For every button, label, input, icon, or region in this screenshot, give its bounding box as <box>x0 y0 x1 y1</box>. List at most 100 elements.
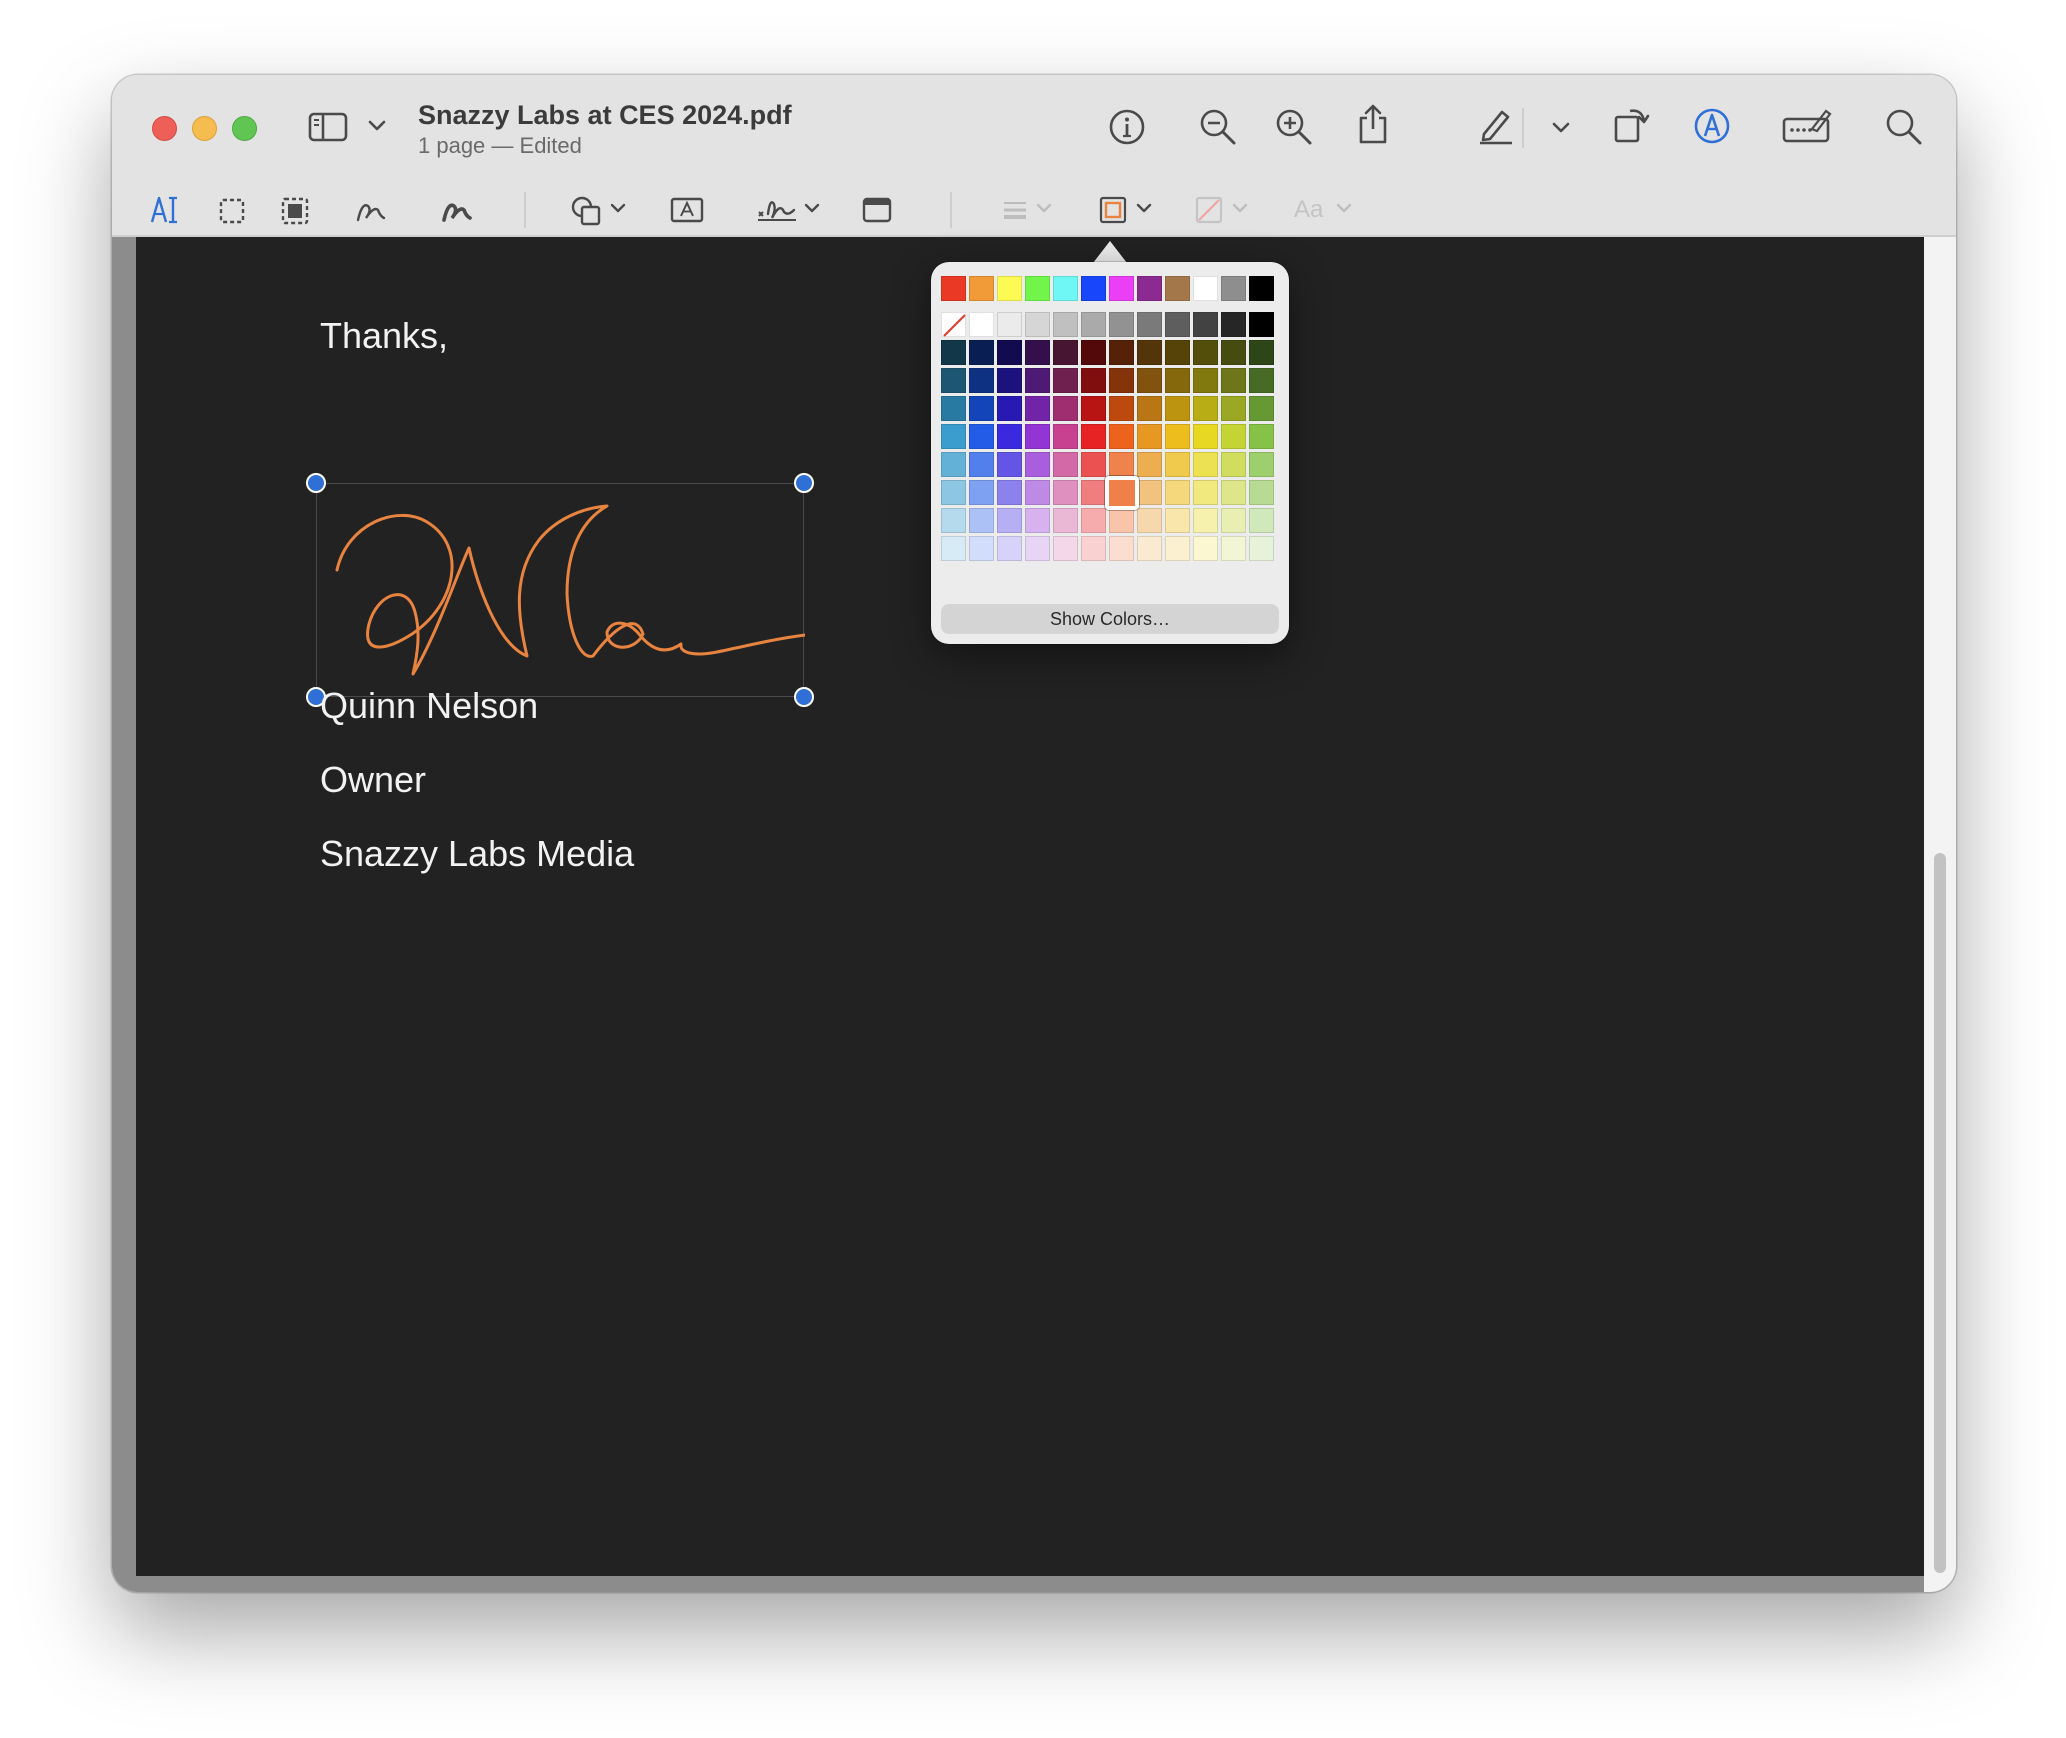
share-button[interactable] <box>1356 103 1390 145</box>
color-swatch[interactable] <box>1109 536 1134 561</box>
rotate-button[interactable] <box>1612 103 1652 145</box>
color-swatch[interactable] <box>1221 508 1246 533</box>
shapes-tool[interactable] <box>570 195 604 227</box>
color-swatch[interactable] <box>1249 536 1274 561</box>
search-button[interactable] <box>1884 107 1924 147</box>
border-color-chevron[interactable] <box>1136 203 1152 215</box>
resize-handle-bottom-right[interactable] <box>794 687 814 707</box>
draw-tool[interactable] <box>440 196 474 226</box>
color-swatch[interactable] <box>1137 424 1162 449</box>
color-swatch[interactable] <box>1221 480 1246 505</box>
color-swatch[interactable] <box>1193 276 1218 301</box>
color-swatch[interactable] <box>1081 340 1106 365</box>
color-swatch[interactable] <box>1053 276 1078 301</box>
color-swatch[interactable] <box>1221 312 1246 337</box>
color-swatch[interactable] <box>1053 480 1078 505</box>
color-swatch[interactable] <box>941 424 966 449</box>
color-swatch[interactable] <box>1221 340 1246 365</box>
color-swatch[interactable] <box>1249 312 1274 337</box>
color-swatch[interactable] <box>1053 396 1078 421</box>
color-swatch[interactable] <box>1137 368 1162 393</box>
color-swatch[interactable] <box>997 452 1022 477</box>
border-color-tool[interactable] <box>1098 195 1128 225</box>
color-swatch[interactable] <box>941 340 966 365</box>
color-swatch[interactable] <box>1109 368 1134 393</box>
color-swatch[interactable] <box>1165 276 1190 301</box>
form-filling-button[interactable] <box>1782 107 1832 145</box>
color-swatch[interactable] <box>1249 396 1274 421</box>
color-swatch[interactable] <box>1193 396 1218 421</box>
color-swatch[interactable] <box>969 536 994 561</box>
resize-handle-top-left[interactable] <box>306 473 326 493</box>
resize-handle-top-right[interactable] <box>794 473 814 493</box>
color-swatch[interactable] <box>1137 452 1162 477</box>
color-swatch[interactable] <box>969 424 994 449</box>
color-swatch[interactable] <box>1025 312 1050 337</box>
color-swatch[interactable] <box>1081 396 1106 421</box>
color-swatch[interactable] <box>1109 312 1134 337</box>
text-box-tool[interactable] <box>670 196 704 224</box>
color-swatch[interactable] <box>1193 424 1218 449</box>
color-swatch[interactable] <box>1081 424 1106 449</box>
info-button[interactable] <box>1108 108 1146 146</box>
color-swatch[interactable] <box>969 452 994 477</box>
highlight-menu-chevron[interactable] <box>1552 121 1570 135</box>
color-swatch[interactable] <box>997 340 1022 365</box>
color-swatch[interactable] <box>969 396 994 421</box>
color-swatch[interactable] <box>969 480 994 505</box>
color-swatch[interactable] <box>1165 312 1190 337</box>
color-swatch[interactable] <box>1221 368 1246 393</box>
color-swatch[interactable] <box>1249 508 1274 533</box>
color-swatch[interactable] <box>1193 480 1218 505</box>
color-swatch[interactable] <box>1165 368 1190 393</box>
color-swatch[interactable] <box>1137 480 1162 505</box>
color-swatch[interactable] <box>1221 452 1246 477</box>
color-swatch[interactable] <box>1193 536 1218 561</box>
color-swatch[interactable] <box>1193 312 1218 337</box>
color-swatch[interactable] <box>1165 340 1190 365</box>
color-swatch[interactable] <box>941 480 966 505</box>
color-swatch[interactable] <box>997 536 1022 561</box>
color-swatch[interactable] <box>1109 396 1134 421</box>
color-swatch[interactable] <box>1025 396 1050 421</box>
signature-annotation[interactable] <box>316 483 805 697</box>
color-swatch[interactable] <box>969 276 994 301</box>
zoom-in-button[interactable] <box>1274 107 1314 147</box>
color-swatch[interactable] <box>1025 340 1050 365</box>
color-swatch[interactable] <box>1025 536 1050 561</box>
color-swatch[interactable] <box>1025 424 1050 449</box>
rectangular-selection-tool[interactable] <box>218 197 246 225</box>
redact-selection-tool[interactable] <box>280 196 310 226</box>
text-selection-tool[interactable] <box>150 194 180 226</box>
color-swatch[interactable] <box>1165 396 1190 421</box>
color-swatch[interactable] <box>1165 536 1190 561</box>
color-swatch[interactable] <box>1053 424 1078 449</box>
color-swatch[interactable] <box>1081 312 1106 337</box>
sidebar-toggle-button[interactable] <box>308 111 348 143</box>
color-swatch[interactable] <box>969 340 994 365</box>
color-swatch[interactable] <box>1221 276 1246 301</box>
color-swatch[interactable] <box>1053 368 1078 393</box>
color-swatch[interactable] <box>997 508 1022 533</box>
color-swatch[interactable] <box>941 276 966 301</box>
shapes-menu-chevron[interactable] <box>610 203 626 215</box>
color-swatch[interactable] <box>1025 508 1050 533</box>
color-swatch[interactable] <box>1165 480 1190 505</box>
color-swatch[interactable] <box>1053 508 1078 533</box>
color-swatch[interactable] <box>1109 340 1134 365</box>
no-color-swatch[interactable] <box>941 312 966 337</box>
color-swatch[interactable] <box>969 508 994 533</box>
markup-toggle-button[interactable] <box>1692 106 1732 146</box>
color-swatch[interactable] <box>1109 452 1134 477</box>
color-swatch[interactable] <box>1137 396 1162 421</box>
color-swatch[interactable] <box>1081 536 1106 561</box>
color-swatch[interactable] <box>1081 508 1106 533</box>
color-swatch[interactable] <box>997 480 1022 505</box>
color-swatch[interactable] <box>1249 368 1274 393</box>
show-colors-button[interactable]: Show Colors… <box>941 604 1279 634</box>
color-swatch[interactable] <box>1137 276 1162 301</box>
color-swatch[interactable] <box>1221 396 1246 421</box>
color-swatch[interactable] <box>997 312 1022 337</box>
color-swatch[interactable] <box>1081 452 1106 477</box>
color-swatch[interactable] <box>1025 452 1050 477</box>
